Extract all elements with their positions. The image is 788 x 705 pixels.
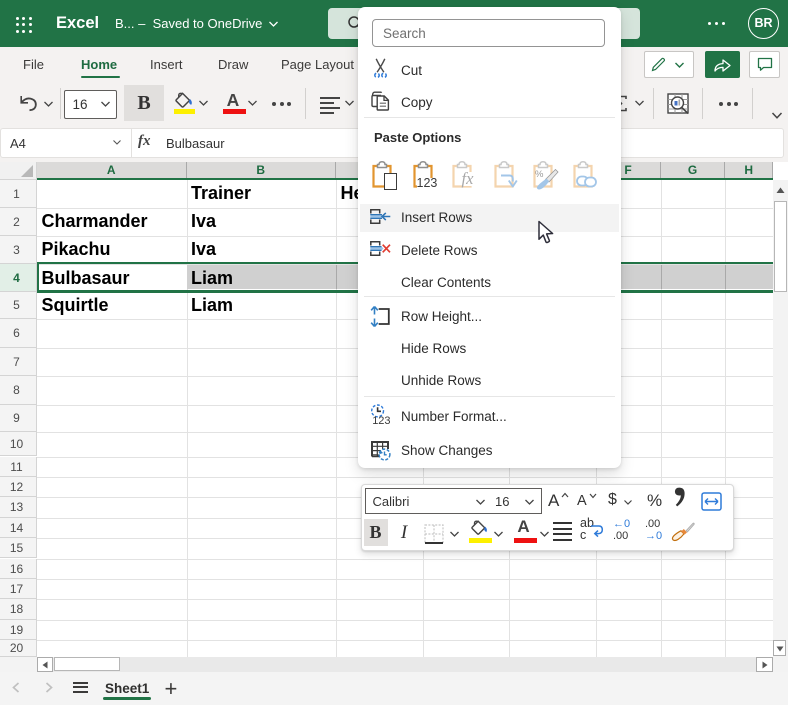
svg-text:123: 123: [372, 415, 390, 425]
svg-text:%: %: [535, 169, 544, 180]
